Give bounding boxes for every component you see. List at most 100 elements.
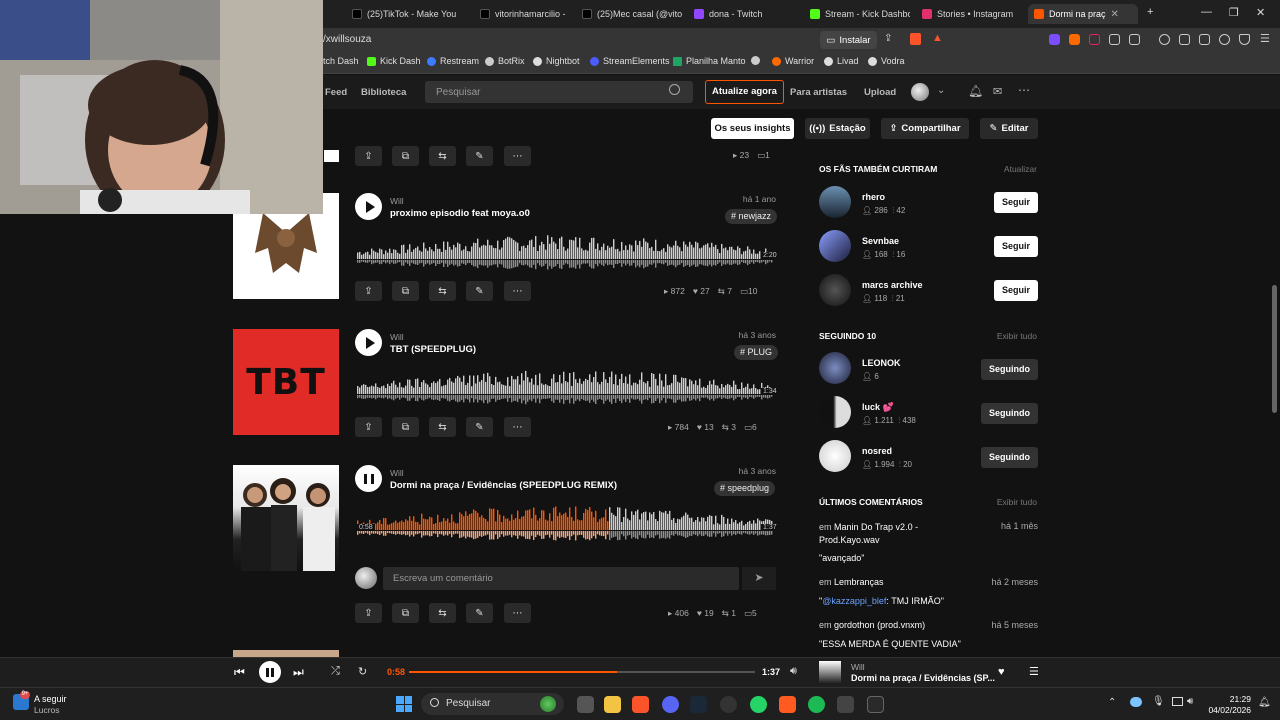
- bookmark-item[interactable]: [751, 56, 760, 65]
- refresh-link[interactable]: Atualizar: [1004, 164, 1037, 174]
- track-artwork[interactable]: TBT: [233, 329, 339, 435]
- copy-link-button[interactable]: ⧉: [392, 417, 419, 437]
- browser-tab-active[interactable]: Dormi na praç ✕: [1028, 4, 1138, 24]
- more-button[interactable]: ⋯: [504, 417, 531, 437]
- browser-tab[interactable]: vitorinhamarcilio -: [480, 4, 585, 24]
- bookmark-item[interactable]: Restream: [427, 56, 479, 66]
- now-playing-artist[interactable]: Will: [851, 662, 865, 672]
- repost-button[interactable]: ⇆: [429, 281, 456, 301]
- track-tag[interactable]: # speedplug: [714, 481, 776, 496]
- edit-track-button[interactable]: ✎: [466, 146, 493, 166]
- music-icon[interactable]: [1159, 34, 1170, 45]
- task-view-icon[interactable]: [577, 696, 594, 713]
- user-name[interactable]: Sevnbae: [862, 236, 899, 246]
- discord-icon[interactable]: [662, 696, 679, 713]
- view-all-link[interactable]: Exibir tudo: [997, 497, 1037, 507]
- app-icon[interactable]: [779, 696, 796, 713]
- spotify-icon[interactable]: [808, 696, 825, 713]
- avatar[interactable]: [911, 83, 929, 101]
- track-artwork[interactable]: [233, 465, 339, 571]
- seek-bar[interactable]: [409, 671, 755, 673]
- avatar[interactable]: [819, 274, 851, 306]
- user-name[interactable]: rhero: [862, 192, 885, 202]
- volume-icon[interactable]: 🔊︎: [790, 665, 797, 678]
- copy-link-button[interactable]: ⧉: [392, 146, 419, 166]
- bookmark-item[interactable]: Planilha Manto: [673, 56, 746, 66]
- more-button[interactable]: ⋯: [504, 603, 531, 623]
- following-button[interactable]: Seguindo: [981, 403, 1038, 424]
- minimize-icon[interactable]: —: [1201, 6, 1212, 18]
- app-icon[interactable]: [837, 696, 854, 713]
- search-input[interactable]: Pesquisar: [425, 81, 693, 103]
- brave-browser-icon[interactable]: [632, 696, 649, 713]
- avatar[interactable]: [819, 186, 851, 218]
- repost-button[interactable]: ⇆: [429, 417, 456, 437]
- avatar[interactable]: [819, 440, 851, 472]
- track-artwork[interactable]: [233, 650, 339, 657]
- track-title[interactable]: TBT (SPEEDPLUG): [390, 344, 476, 355]
- shuffle-icon[interactable]: ⤮: [331, 665, 340, 678]
- browser-tab[interactable]: (25)TikTok - Make You: [352, 4, 470, 24]
- mention-link[interactable]: @kazzappi_blef: [822, 596, 886, 606]
- send-icon[interactable]: ➤: [742, 567, 776, 590]
- tray-chevron-icon[interactable]: ⌃: [1108, 697, 1116, 708]
- close-window-icon[interactable]: ✕: [1256, 6, 1265, 19]
- follow-button[interactable]: Seguir: [994, 192, 1038, 213]
- extension-icon[interactable]: [1129, 34, 1140, 45]
- close-tab-icon[interactable]: ✕: [1111, 9, 1119, 20]
- steam-icon[interactable]: [690, 696, 707, 713]
- bookmark-item[interactable]: StreamElements: [590, 56, 670, 66]
- now-playing-title[interactable]: Dormi na praça / Evidências (SP...: [851, 673, 995, 683]
- track-artwork[interactable]: [324, 150, 339, 162]
- follow-button[interactable]: Seguir: [994, 280, 1038, 301]
- bookmark-item[interactable]: Warrior: [772, 56, 814, 66]
- share-button[interactable]: ⇪: [355, 281, 382, 301]
- comment-track-link[interactable]: Lembranças: [834, 577, 884, 587]
- wallet-icon[interactable]: [1199, 34, 1210, 45]
- user-name[interactable]: luck 💕: [862, 402, 894, 413]
- network-icon[interactable]: [1172, 697, 1183, 706]
- install-button[interactable]: ▭ Instalar: [820, 31, 877, 49]
- maximize-icon[interactable]: ❐: [1229, 6, 1239, 19]
- notifications-icon[interactable]: 🔔︎: [1258, 697, 1271, 708]
- repost-share-button[interactable]: ⇪: [355, 146, 382, 166]
- file-explorer-icon[interactable]: [604, 696, 621, 713]
- repost-button[interactable]: ⇆: [429, 146, 456, 166]
- clock-time[interactable]: 21:29: [1203, 694, 1251, 704]
- whatsapp-icon[interactable]: [750, 696, 767, 713]
- user-name[interactable]: marcs archive: [862, 280, 923, 290]
- edit-track-button[interactable]: ✎: [466, 603, 493, 623]
- browser-tab[interactable]: Stories • Instagram: [922, 4, 1022, 24]
- bookmark-item[interactable]: Kick Dash: [367, 56, 421, 66]
- user-name[interactable]: LEONOK: [862, 358, 901, 368]
- bookmark-item[interactable]: Nightbot: [533, 56, 580, 66]
- share-button[interactable]: ⇪: [355, 603, 382, 623]
- following-button[interactable]: Seguindo: [981, 359, 1038, 380]
- copy-link-button[interactable]: ⧉: [392, 281, 419, 301]
- following-button[interactable]: Seguindo: [981, 447, 1038, 468]
- new-tab-icon[interactable]: +: [1147, 6, 1153, 18]
- nav-feed[interactable]: Feed: [325, 87, 347, 98]
- comment-track-link[interactable]: Manin Do Trap v2.0 - Prod.Kayo.wav: [819, 522, 918, 545]
- track-title[interactable]: Dormi na praça / Evidências (SPEEDPLUG R…: [390, 480, 617, 491]
- pause-button[interactable]: [355, 465, 382, 492]
- track-uploader[interactable]: Will: [390, 468, 404, 478]
- waveform[interactable]: [355, 503, 776, 543]
- comment-input[interactable]: Escreva um comentário: [383, 567, 739, 590]
- nav-for-artists[interactable]: Para artistas: [790, 87, 847, 98]
- bell-icon[interactable]: 🔔︎: [968, 84, 983, 98]
- share-icon[interactable]: ⇪: [884, 33, 892, 44]
- volume-icon[interactable]: 🔊︎: [1187, 696, 1193, 707]
- follow-button[interactable]: Seguir: [994, 236, 1038, 257]
- more-button[interactable]: ⋯: [504, 146, 531, 166]
- avatar[interactable]: [819, 352, 851, 384]
- brave-rewards-icon[interactable]: ▲: [932, 32, 943, 44]
- widget-title[interactable]: A seguir: [34, 694, 67, 704]
- avatar[interactable]: [819, 230, 851, 262]
- view-all-link[interactable]: Exibir tudo: [997, 331, 1037, 341]
- track-uploader[interactable]: Will: [390, 332, 404, 342]
- bookmark-item[interactable]: tch Dash: [323, 56, 359, 66]
- microphone-icon[interactable]: 🎙︎: [1152, 696, 1165, 707]
- track-tag[interactable]: # newjazz: [725, 209, 778, 224]
- browser-tab[interactable]: Stream - Kick Dashboa: [810, 4, 910, 24]
